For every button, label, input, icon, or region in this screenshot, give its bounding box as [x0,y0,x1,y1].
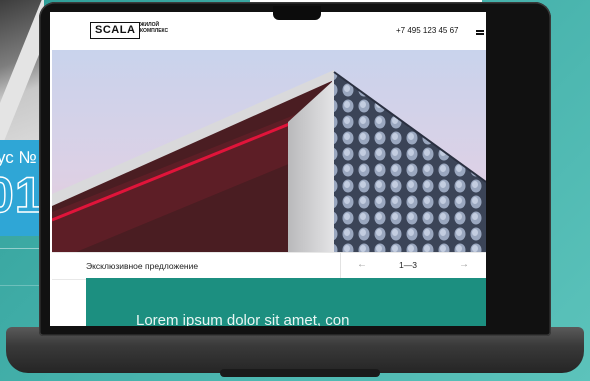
offer-card: Lorem ipsum dolor sit amet, con [86,278,486,326]
background-building-photo [0,0,44,152]
offer-text: Lorem ipsum dolor sit amet, con [136,312,350,326]
slide-counter: 1—3 [399,260,417,270]
logo-subtitle-line2: КОМПЛЕКС [140,28,169,34]
arrow-right-icon[interactable]: → [459,259,469,271]
site-logo[interactable]: SCALA [90,22,141,39]
hamburger-icon[interactable] [476,30,484,34]
slider-caption: Эксклюзивное предложение [86,261,199,271]
laptop-base-foot [220,369,380,377]
hero-building-illustration [52,50,486,262]
hero-image [52,50,486,262]
slider-caption-bar: Эксклюзивное предложение ← 1—3 → [52,252,486,280]
slider-nav: ← 1—3 → [340,253,486,279]
site-header: SCALA ЖИЛОЙ КОМПЛЕКС +7 495 123 45 67 [50,12,486,50]
phone-number-link[interactable]: +7 495 123 45 67 [396,26,459,35]
logo-subtitle: ЖИЛОЙ КОМПЛЕКС [140,22,180,34]
background-label-number: 01 [0,166,44,223]
laptop-camera-notch [273,6,321,20]
arrow-left-icon[interactable]: ← [357,259,367,271]
laptop-screen: SCALA ЖИЛОЙ КОМПЛЕКС +7 495 123 45 67 Эк… [50,12,486,326]
background-label-text: ус № [0,148,37,167]
